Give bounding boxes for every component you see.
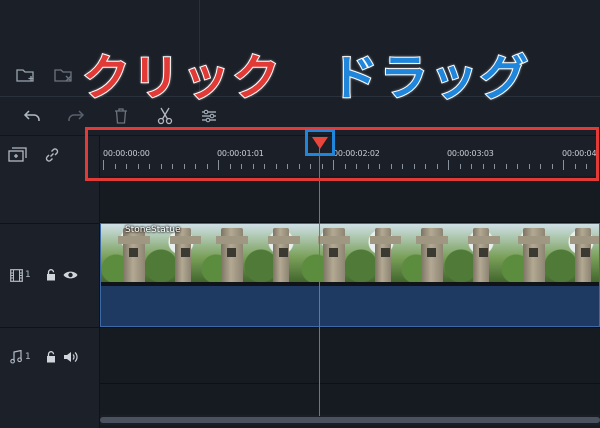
adjust-icon[interactable]: [200, 107, 218, 125]
audio-track-number: 1: [25, 352, 31, 362]
video-track-number: 1: [25, 270, 31, 280]
audio-track-header: 1: [0, 332, 100, 382]
delete-folder-icon[interactable]: [54, 66, 74, 84]
music-note-icon: [9, 350, 23, 364]
video-track-header: 1: [0, 223, 100, 327]
scrollbar-thumb[interactable]: [100, 417, 600, 423]
video-clip[interactable]: StoneStatue: [100, 223, 600, 327]
redo-icon[interactable]: [66, 107, 86, 125]
new-folder-icon[interactable]: [16, 66, 36, 84]
lock-icon[interactable]: [45, 350, 57, 364]
film-icon: [9, 268, 23, 282]
timeline-scrollbar[interactable]: [100, 415, 600, 425]
cut-icon[interactable]: [156, 107, 174, 125]
eye-icon[interactable]: [63, 268, 79, 282]
lock-icon[interactable]: [45, 268, 57, 282]
clip-thumbnail: [201, 224, 301, 284]
ruler-highlight-frame: [85, 127, 599, 181]
playhead-highlight-frame: [305, 129, 335, 156]
playhead-line[interactable]: [319, 146, 320, 416]
speaker-icon[interactable]: [63, 350, 79, 364]
drag-annotation-text: ドラッグ: [329, 50, 531, 106]
undo-icon[interactable]: [22, 107, 42, 125]
click-annotation-text: クリック: [81, 50, 283, 106]
trash-icon[interactable]: [112, 107, 130, 125]
link-icon[interactable]: [42, 146, 62, 164]
clip-divider: [101, 282, 599, 286]
clip-thumbnail: [301, 224, 401, 284]
clip-thumbnail: [501, 224, 599, 284]
clip-name: StoneStatue: [125, 225, 181, 235]
add-track-icon[interactable]: [8, 146, 28, 164]
clip-thumbnail: [401, 224, 501, 284]
